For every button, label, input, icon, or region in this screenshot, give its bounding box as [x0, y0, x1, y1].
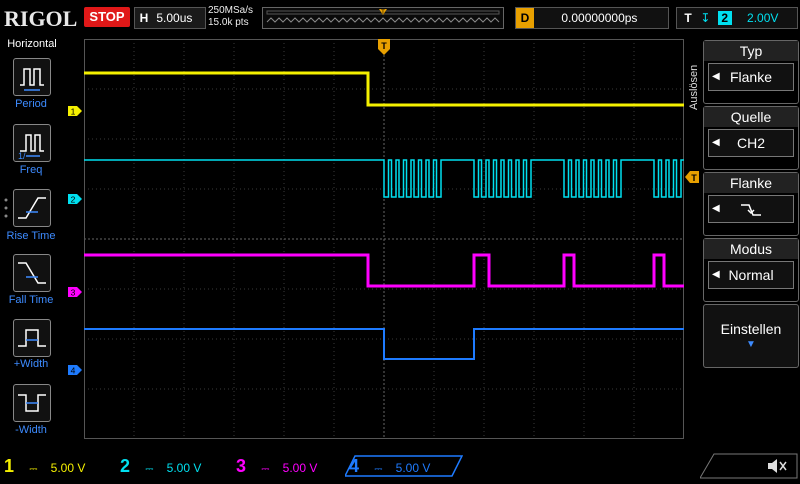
left-arrow-icon: ◀: [712, 203, 720, 214]
sample-rate: 250MSa/s: [208, 5, 254, 16]
falling-edge-icon: [741, 204, 761, 217]
menu-type[interactable]: Typ ◀ Flanke: [703, 40, 799, 104]
dc-coupling-icon: ⎓: [29, 464, 38, 475]
menu-type-value[interactable]: ◀ Flanke: [708, 63, 794, 91]
dc-coupling-icon: ⎓: [374, 464, 383, 475]
left-arrow-icon: ◀: [712, 137, 720, 148]
left-panel-title: Horizontal: [7, 38, 57, 50]
waveform-display[interactable]: [84, 39, 684, 439]
svg-text:2: 2: [71, 195, 76, 205]
trigger-level-marker[interactable]: T: [685, 170, 699, 183]
horizontal-label: H: [139, 11, 149, 25]
fall-time-icon: [18, 262, 46, 284]
memory-depth: 15.0k pts: [208, 17, 249, 28]
ch4-status[interactable]: 4 ⎓ 5.00 V: [345, 455, 463, 477]
timebase-value: 5.00us: [156, 11, 193, 25]
trigger-edge-icon: ↧: [700, 11, 711, 25]
menu-source-value[interactable]: ◀ CH2: [708, 129, 794, 157]
more-items-indicator: [3, 196, 9, 226]
ch4-scale: 5.00 V: [395, 461, 431, 475]
delay-value: 0.00000000ps: [561, 11, 638, 25]
ch4-trace: [84, 328, 684, 360]
ch1-number: 1: [3, 456, 14, 476]
period-button[interactable]: [13, 58, 51, 96]
ch2-number: 2: [119, 456, 130, 476]
ch1-scale: 5.00 V: [50, 461, 86, 475]
ch2-trace: [84, 159, 684, 198]
delay-label: D: [516, 8, 534, 28]
dc-coupling-icon: ⎓: [145, 464, 154, 475]
freq-label: Freq: [19, 164, 43, 176]
trigger-level-label: T: [691, 173, 697, 183]
menu-settings[interactable]: Einstellen ▼: [703, 304, 799, 368]
timeline-waveform: T: [266, 9, 500, 23]
waveform-grid: [84, 39, 684, 439]
freq-icon: 1/: [18, 134, 44, 161]
positive-width-label: +Width: [13, 358, 49, 370]
rise-time-label: Rise Time: [6, 230, 56, 242]
svg-text:1: 1: [71, 107, 76, 117]
delay-box[interactable]: D 0.00000000ps: [515, 7, 669, 29]
ch4-number: 4: [348, 456, 359, 476]
trigger-channel: 2: [717, 11, 732, 25]
ch3-ground-marker[interactable]: 3: [68, 284, 82, 298]
menu-source[interactable]: Quelle ◀ CH2: [703, 106, 799, 170]
negative-width-label: -Width: [15, 424, 47, 436]
negative-width-icon: [18, 394, 46, 412]
menu-slope-value[interactable]: ◀: [708, 195, 794, 223]
ch1-status[interactable]: 1 ⎓ 5.00 V: [0, 455, 112, 477]
menu-mode[interactable]: Modus ◀ Normal: [703, 238, 799, 302]
rise-time-icon: [18, 197, 46, 219]
menu-mode-title: Modus: [704, 239, 798, 259]
ch4-ground-marker[interactable]: 4: [68, 362, 82, 376]
sound-area[interactable]: [699, 453, 798, 479]
timeline-trigger-label: T: [381, 10, 385, 16]
submenu-arrow-icon: ▼: [746, 339, 756, 350]
ch2-status[interactable]: 2 ⎓ 5.00 V: [116, 455, 228, 477]
svg-text:1/: 1/: [18, 151, 26, 161]
trigger-label: T: [684, 11, 692, 25]
menu-settings-title: Einstellen: [720, 321, 782, 337]
positive-width-button[interactable]: [13, 319, 51, 357]
period-label: Period: [15, 98, 47, 110]
trigger-status-box[interactable]: T ↧ 2 2.00V: [676, 7, 798, 29]
brand-logo: RIGOL: [4, 6, 78, 31]
menu-slope-title: Flanke: [704, 173, 798, 193]
svg-text:4: 4: [71, 366, 76, 376]
rise-time-button[interactable]: [13, 189, 51, 227]
svg-text:3: 3: [71, 288, 76, 298]
menu-slope[interactable]: Flanke ◀: [703, 172, 799, 236]
menu-type-title: Typ: [704, 41, 798, 61]
ch3-scale: 5.00 V: [282, 461, 318, 475]
left-arrow-icon: ◀: [712, 71, 720, 82]
left-arrow-icon: ◀: [712, 269, 720, 280]
acquisition-info: 250MSa/s 15.0k pts: [208, 5, 253, 29]
ch3-number: 3: [235, 456, 246, 476]
memory-timeline[interactable]: T: [262, 7, 504, 29]
trigger-position-label: T: [381, 41, 387, 51]
positive-width-icon: [18, 329, 46, 347]
ch3-status[interactable]: 3 ⎓ 5.00 V: [232, 455, 344, 477]
graticule: [84, 39, 684, 439]
ch2-scale: 5.00 V: [166, 461, 202, 475]
trigger-position-marker[interactable]: T: [378, 39, 390, 55]
freq-button[interactable]: 1/: [13, 124, 51, 162]
fall-time-label: Fall Time: [8, 294, 54, 306]
fall-time-button[interactable]: [13, 254, 51, 292]
ch1-ground-marker[interactable]: 1: [68, 103, 82, 117]
timebase-box[interactable]: H 5.00us: [134, 7, 206, 29]
ch2-ground-marker[interactable]: 2: [68, 191, 82, 205]
dc-coupling-icon: ⎓: [261, 464, 270, 475]
run-stop-status[interactable]: STOP: [84, 7, 130, 27]
menu-side-label: Auslösen: [688, 64, 700, 110]
menu-mode-value[interactable]: ◀ Normal: [708, 261, 794, 289]
trigger-level: 2.00V: [747, 11, 779, 25]
speaker-muted-icon: [699, 453, 798, 479]
period-icon: [20, 68, 44, 91]
negative-width-button[interactable]: [13, 384, 51, 422]
menu-source-title: Quelle: [704, 107, 798, 127]
